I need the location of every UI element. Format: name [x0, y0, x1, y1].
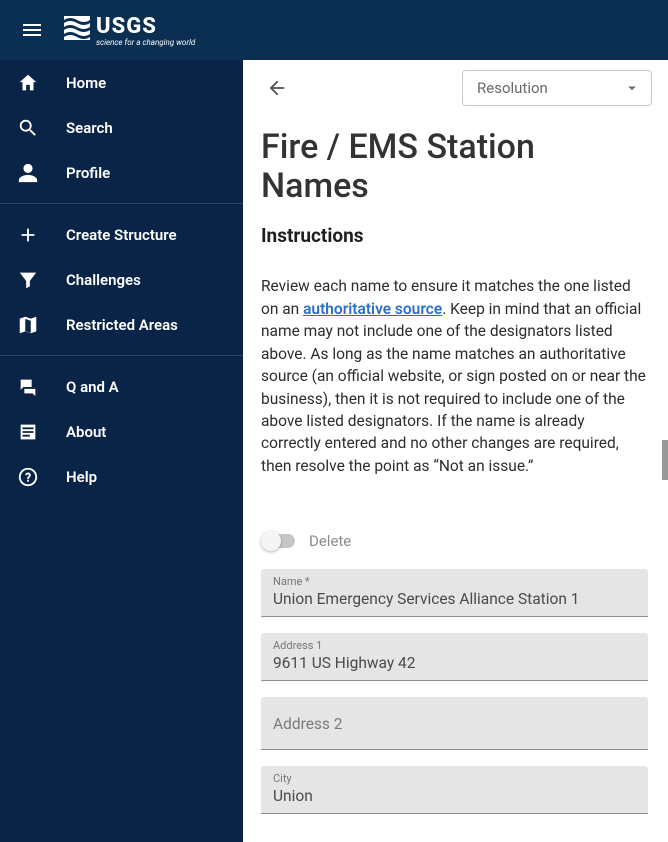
- search-icon: [16, 116, 40, 140]
- app-header: USGS science for a changing world: [0, 0, 668, 60]
- home-icon: [16, 71, 40, 95]
- page-title: Fire / EMS Station Names: [261, 128, 648, 206]
- city-field[interactable]: City: [261, 766, 648, 814]
- sidebar-item-help[interactable]: Help: [0, 454, 243, 499]
- address1-field-label: Address 1: [273, 639, 636, 652]
- address1-field[interactable]: Address 1: [261, 633, 648, 681]
- usgs-wave-icon: [64, 14, 90, 40]
- instructions-text: Review each name to ensure it matches th…: [261, 275, 648, 477]
- resolution-select[interactable]: Resolution: [462, 70, 652, 106]
- logo-tagline: science for a changing world: [96, 38, 195, 47]
- sidebar-separator: [0, 203, 243, 204]
- sidebar-item-label: Profile: [66, 164, 110, 182]
- hamburger-menu-button[interactable]: [12, 10, 52, 50]
- sidebar-item-about[interactable]: About: [0, 409, 243, 454]
- chevron-down-icon: [623, 79, 641, 97]
- sidebar-item-create-structure[interactable]: Create Structure: [0, 212, 243, 257]
- delete-toggle-row: Delete: [261, 531, 648, 551]
- plus-icon: [16, 223, 40, 247]
- person-icon: [16, 161, 40, 185]
- arrow-left-icon: [266, 77, 288, 99]
- content: Resolution Fire / EMS Station Names Inst…: [243, 60, 668, 842]
- map-icon: [16, 313, 40, 337]
- name-field[interactable]: Name *: [261, 569, 648, 617]
- qa-icon: [16, 375, 40, 399]
- sidebar-item-qa[interactable]: Q and A: [0, 364, 243, 409]
- address1-input[interactable]: [273, 652, 636, 672]
- address2-field[interactable]: [261, 697, 648, 750]
- city-input[interactable]: [273, 785, 636, 805]
- sidebar-item-restricted-areas[interactable]: Restricted Areas: [0, 302, 243, 347]
- sidebar-separator: [0, 355, 243, 356]
- sidebar-item-label: Challenges: [66, 271, 141, 289]
- logo-text: USGS: [96, 14, 157, 39]
- outer-scroll-handle[interactable]: [662, 440, 668, 480]
- sidebar-item-label: Create Structure: [66, 226, 177, 244]
- sidebar-item-search[interactable]: Search: [0, 105, 243, 150]
- instructions-heading: Instructions: [261, 224, 648, 247]
- list-icon: [16, 420, 40, 444]
- scroll-area[interactable]: Fire / EMS Station Names Instructions Re…: [243, 116, 668, 842]
- hamburger-icon: [20, 18, 44, 42]
- sidebar-item-challenges[interactable]: Challenges: [0, 257, 243, 302]
- city-field-label: City: [273, 772, 636, 785]
- sidebar-item-label: Help: [66, 468, 97, 486]
- name-input[interactable]: [273, 588, 636, 608]
- sidebar-item-label: Q and A: [66, 378, 119, 396]
- sidebar-item-home[interactable]: Home: [0, 60, 243, 105]
- back-button[interactable]: [259, 70, 295, 106]
- delete-label: Delete: [309, 532, 351, 550]
- sidebar-item-label: Home: [66, 74, 106, 92]
- sidebar: Home Search Profile Create Structure Cha…: [0, 60, 243, 842]
- filter-icon: [16, 268, 40, 292]
- delete-toggle[interactable]: [261, 531, 297, 551]
- name-field-label: Name *: [273, 575, 636, 588]
- content-topbar: Resolution: [243, 60, 668, 116]
- sidebar-item-profile[interactable]: Profile: [0, 150, 243, 195]
- sidebar-item-label: Restricted Areas: [66, 316, 178, 334]
- resolution-label: Resolution: [477, 79, 548, 97]
- sidebar-item-label: About: [66, 423, 106, 441]
- help-icon: [16, 465, 40, 489]
- sidebar-item-label: Search: [66, 119, 113, 137]
- address2-input[interactable]: [273, 713, 636, 733]
- authoritative-source-link[interactable]: authoritative source: [303, 300, 442, 318]
- usgs-logo: USGS science for a changing world: [64, 14, 195, 47]
